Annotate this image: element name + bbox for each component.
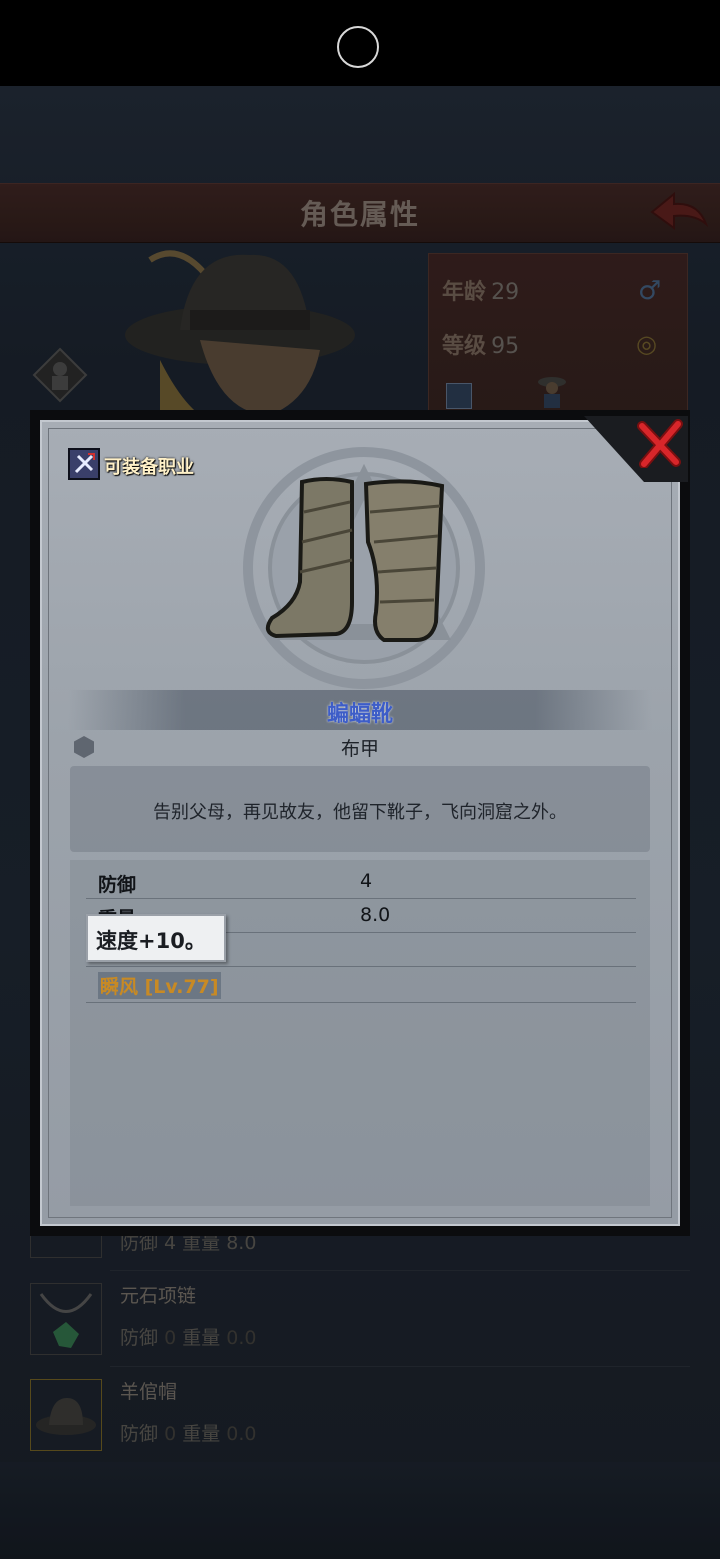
tooltip-text: 速度+10。 (96, 929, 206, 953)
camera-notch (337, 26, 379, 68)
skill-label: 瞬风 [Lv.77] (100, 976, 219, 998)
equip-class-icon[interactable] (68, 448, 100, 480)
stat-divider (86, 1002, 636, 1003)
weight-value: 8.0 (360, 904, 391, 926)
boots-image (265, 477, 445, 642)
skill-tag[interactable]: 瞬风 [Lv.77] (98, 972, 221, 999)
item-description: 告别父母，再见故友，他留下靴子，飞向洞窟之外。 (153, 802, 567, 823)
item-name: 蝙蝠靴 (326, 702, 393, 727)
item-type: 布甲 (340, 738, 379, 760)
stat-divider (86, 966, 636, 967)
close-icon[interactable] (636, 418, 684, 468)
stat-divider (86, 898, 636, 899)
equip-class-label[interactable]: 可装备职业 (104, 453, 194, 479)
defense-label: 防御 (98, 874, 137, 896)
defense-value: 4 (360, 870, 373, 892)
